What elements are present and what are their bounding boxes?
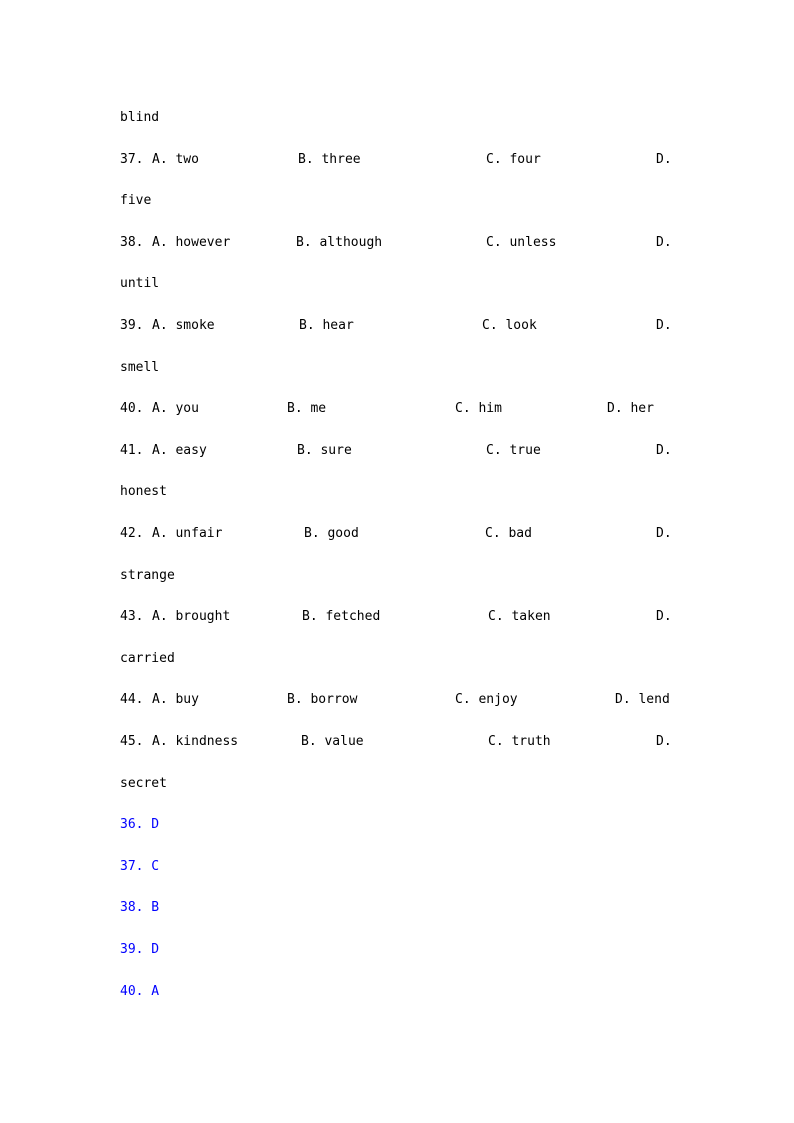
option-b: B. borrow bbox=[287, 692, 358, 707]
option-c: C. unless bbox=[486, 235, 557, 250]
question-number: 37. bbox=[120, 152, 144, 167]
option-b: B. hear bbox=[299, 318, 354, 333]
option-a: A. however bbox=[152, 235, 231, 250]
question-38: 38. A. however B. although C. unless D. bbox=[120, 234, 672, 252]
question-42: 42. A. unfair B. good C. bad D. bbox=[120, 525, 672, 543]
option-c: C. him bbox=[455, 401, 502, 416]
option-a: A. buy bbox=[152, 692, 199, 707]
option-b: B. good bbox=[304, 526, 359, 541]
question-40: 40. A. you B. me C. him D. her bbox=[120, 400, 654, 418]
question-number: 39. bbox=[120, 318, 144, 333]
question-44: 44. A. buy B. borrow C. enjoy D. lend bbox=[120, 691, 670, 709]
option-a: A. easy bbox=[152, 443, 207, 458]
question-number: 43. bbox=[120, 609, 144, 624]
option-a: A. unfair bbox=[152, 526, 223, 541]
question-41: 41. A. easy B. sure C. true D. bbox=[120, 442, 672, 460]
question-37: 37. A. two B. three C. four D. bbox=[120, 151, 672, 169]
option-d: D. bbox=[656, 734, 672, 749]
answer-39: 39. D bbox=[120, 942, 160, 957]
option-d: D. her bbox=[607, 401, 654, 416]
question-number: 40. bbox=[120, 401, 144, 416]
option-b: B. fetched bbox=[302, 609, 381, 624]
option-d: D. bbox=[656, 609, 672, 624]
question-number: 42. bbox=[120, 526, 144, 541]
option-a: A. smoke bbox=[152, 318, 215, 333]
q36-option-d-continuation: blind bbox=[120, 110, 160, 125]
question-number: 44. bbox=[120, 692, 144, 707]
option-c: C. taken bbox=[488, 609, 551, 624]
option-c: C. look bbox=[482, 318, 537, 333]
answer-37: 37. C bbox=[120, 859, 160, 874]
option-c: C. truth bbox=[488, 734, 551, 749]
option-a: A. you bbox=[152, 401, 199, 416]
option-d: D. bbox=[656, 443, 672, 458]
option-b: B. me bbox=[287, 401, 327, 416]
question-42-option-d-continuation: strange bbox=[120, 568, 175, 583]
question-39: 39. A. smoke B. hear C. look D. bbox=[120, 317, 672, 335]
option-d: D. lend bbox=[615, 692, 670, 707]
question-43: 43. A. brought B. fetched C. taken D. bbox=[120, 608, 672, 626]
question-39-option-d-continuation: smell bbox=[120, 360, 160, 375]
option-b: B. three bbox=[298, 152, 361, 167]
option-c: C. true bbox=[486, 443, 541, 458]
option-a: A. kindness bbox=[152, 734, 239, 749]
question-45: 45. A. kindness B. value C. truth D. bbox=[120, 733, 672, 751]
option-c: C. four bbox=[486, 152, 541, 167]
option-b: B. value bbox=[301, 734, 364, 749]
question-number: 45. bbox=[120, 734, 144, 749]
answer-40: 40. A bbox=[120, 984, 160, 999]
option-d: D. bbox=[656, 318, 672, 333]
option-d: D. bbox=[656, 235, 672, 250]
option-a: A. two bbox=[152, 152, 199, 167]
option-d: D. bbox=[656, 152, 672, 167]
question-number: 41. bbox=[120, 443, 144, 458]
option-b: B. sure bbox=[297, 443, 352, 458]
answer-38: 38. B bbox=[120, 900, 160, 915]
question-45-option-d-continuation: secret bbox=[120, 776, 167, 791]
question-37-option-d-continuation: five bbox=[120, 193, 152, 208]
option-b: B. although bbox=[296, 235, 383, 250]
option-c: C. enjoy bbox=[455, 692, 518, 707]
option-d: D. bbox=[656, 526, 672, 541]
answer-36: 36. D bbox=[120, 817, 160, 832]
option-a: A. brought bbox=[152, 609, 231, 624]
question-38-option-d-continuation: until bbox=[120, 276, 160, 291]
question-41-option-d-continuation: honest bbox=[120, 484, 167, 499]
option-c: C. bad bbox=[485, 526, 532, 541]
question-43-option-d-continuation: carried bbox=[120, 651, 175, 666]
question-number: 38. bbox=[120, 235, 144, 250]
